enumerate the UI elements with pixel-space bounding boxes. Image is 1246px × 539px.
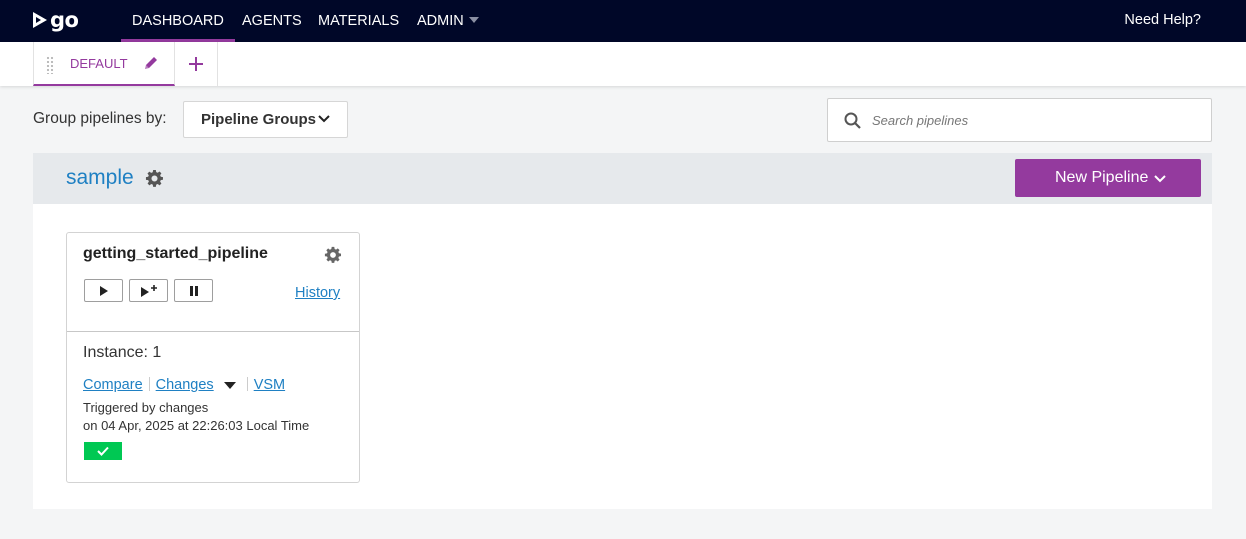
nav-materials[interactable]: MATERIALS <box>318 0 399 42</box>
play-plus-icon <box>140 284 157 297</box>
triggered-by-text: Triggered by changes <box>83 400 209 415</box>
group-name-link[interactable]: sample <box>66 153 134 203</box>
gear-icon[interactable] <box>145 169 164 188</box>
group-by-select[interactable]: Pipeline Groups <box>183 101 348 138</box>
check-icon <box>97 446 109 456</box>
pipeline-name: getting_started_pipeline <box>83 245 268 262</box>
nav-admin[interactable]: ADMIN <box>417 0 479 42</box>
play-icon <box>99 285 108 296</box>
compare-link[interactable]: Compare <box>83 377 143 393</box>
go-logo[interactable]: go <box>32 8 79 32</box>
pipeline-card-header: getting_started_pipeline History <box>67 233 359 332</box>
go-logo-icon <box>33 12 47 28</box>
need-help-link[interactable]: Need Help? <box>1124 0 1201 42</box>
triggered-on-text: on 04 Apr, 2025 at 22:26:03 Local Time <box>83 418 310 433</box>
search-input[interactable] <box>872 107 1192 133</box>
pipeline-group-header: sample New Pipeline <box>33 153 1212 204</box>
top-nav: go DASHBOARD AGENTS MATERIALS ADMIN Need… <box>0 0 1246 42</box>
search-box <box>827 98 1212 142</box>
pencil-icon[interactable] <box>143 55 159 71</box>
add-tab-button[interactable] <box>175 42 218 86</box>
new-pipeline-label: New Pipeline <box>1055 169 1149 186</box>
vsm-link[interactable]: VSM <box>254 377 285 393</box>
stage-status-passed[interactable] <box>84 442 122 460</box>
caret-down-icon <box>468 17 479 23</box>
nav-admin-label: ADMIN <box>417 13 464 29</box>
instance-links: Compare Changes VSM <box>83 377 285 393</box>
gear-icon[interactable] <box>324 246 342 264</box>
group-by-label: Group pipelines by: <box>33 110 167 127</box>
pause-icon <box>189 285 198 296</box>
tab-default[interactable]: DEFAULT <box>33 42 175 86</box>
history-link[interactable]: History <box>295 285 340 301</box>
nav-agents[interactable]: AGENTS <box>242 0 302 42</box>
link-divider <box>148 377 150 391</box>
instance-label: Instance: 1 <box>83 344 162 361</box>
new-pipeline-button[interactable]: New Pipeline <box>1015 159 1201 197</box>
caret-down-icon[interactable] <box>223 382 236 389</box>
logo-text: go <box>50 8 79 32</box>
pipeline-card: getting_started_pipeline History Instanc… <box>66 232 360 483</box>
trigger-pipeline-button[interactable] <box>84 279 123 302</box>
changes-link[interactable]: Changes <box>156 377 214 393</box>
trigger-with-options-button[interactable] <box>129 279 168 302</box>
dashboard-tab-bar: DEFAULT <box>0 42 1246 86</box>
nav-dashboard[interactable]: DASHBOARD <box>121 0 235 42</box>
chevron-down-icon <box>318 115 330 123</box>
group-by-value: Pipeline Groups <box>201 111 317 128</box>
chevron-down-icon <box>1154 175 1166 183</box>
pause-pipeline-button[interactable] <box>174 279 213 302</box>
tab-default-label: DEFAULT <box>70 56 128 71</box>
drag-handle-icon[interactable] <box>46 56 54 74</box>
link-divider <box>246 377 248 391</box>
search-icon <box>844 112 861 129</box>
